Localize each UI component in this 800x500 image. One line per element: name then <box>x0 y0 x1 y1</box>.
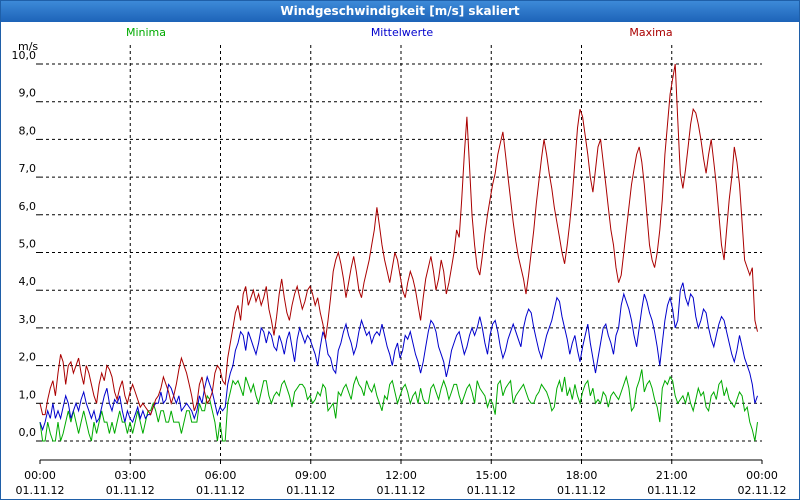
x-tick-date: 01.11.12 <box>106 484 155 497</box>
x-tick-time: 12:00 <box>385 469 417 482</box>
y-tick-label: 6,0 <box>19 200 37 213</box>
y-axis-label: m/s <box>18 40 38 53</box>
series-lines <box>39 63 758 442</box>
y-tick-label: 0,0 <box>19 426 37 439</box>
legend-entry-maxima: Maxima <box>629 26 672 39</box>
x-tick-time: 18:00 <box>566 469 598 482</box>
x-tick-date: 01.11.12 <box>196 484 245 497</box>
x-tick-date: 01.11.12 <box>16 484 65 497</box>
x-tick-date: 02.11.12 <box>738 484 787 497</box>
y-tick-label: 2,0 <box>19 351 37 364</box>
legend-entry-minima: Minima <box>126 26 166 39</box>
y-tick-label: 4,0 <box>19 275 37 288</box>
legend-entry-mittelwerte: Mittelwerte <box>371 26 434 39</box>
y-tick-label: 3,0 <box>19 313 37 326</box>
series-line-maxima <box>39 63 758 416</box>
y-tick-label: 9,0 <box>19 87 37 100</box>
x-tick-time: 00:00 <box>24 469 56 482</box>
x-axis-ticks: 00:00 01.11.12 03:00 01.11.12 06:00 01.11.12 0… <box>16 460 787 497</box>
y-tick-label: 8,0 <box>19 124 37 137</box>
x-tick-time: 09:00 <box>295 469 327 482</box>
series-line-mittelwerte <box>39 282 758 432</box>
x-tick-date: 01.11.12 <box>467 484 516 497</box>
x-tick-time: 03:00 <box>114 469 146 482</box>
series-line-minima <box>39 369 758 442</box>
x-tick-time: 06:00 <box>205 469 237 482</box>
x-tick-date: 01.11.12 <box>557 484 606 497</box>
y-tick-label: 1,0 <box>19 388 37 401</box>
y-tick-label: 7,0 <box>19 162 37 175</box>
grid-lines <box>40 45 762 460</box>
y-tick-label: 5,0 <box>19 238 37 251</box>
legend: Minima Mittelwerte Maxima <box>126 26 673 39</box>
x-tick-date: 01.11.12 <box>286 484 335 497</box>
x-tick-date: 01.11.12 <box>377 484 426 497</box>
y-axis-ticks: 0,01,02,03,04,05,06,07,08,09,010,0 <box>12 49 40 442</box>
x-tick-date: 01.11.12 <box>647 484 696 497</box>
x-tick-time: 15:00 <box>475 469 507 482</box>
x-tick-time: 21:00 <box>656 469 688 482</box>
x-tick-time: 00:00 <box>746 469 778 482</box>
wind-speed-chart: 0,01,02,03,04,05,06,07,08,09,010,0 00:00… <box>12 26 787 497</box>
